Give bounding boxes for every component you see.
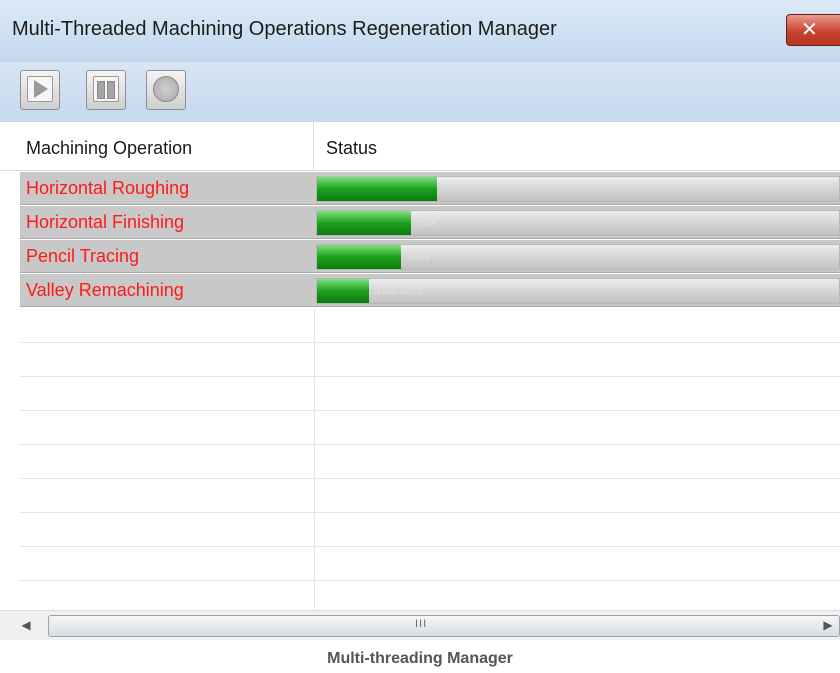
figure-caption: Multi-threading Manager <box>327 650 513 667</box>
table-row[interactable]: Horizontal Roughing <box>0 172 840 206</box>
status-cell: started <box>314 274 840 307</box>
play-button[interactable] <box>20 70 60 110</box>
operation-name: Valley Remachining <box>26 280 184 300</box>
table-row[interactable]: Valley Remachining started <box>0 274 840 308</box>
column-divider <box>314 308 315 610</box>
operation-name: Horizontal Finishing <box>26 212 185 232</box>
table-header: Machining Operation Status <box>0 122 840 171</box>
status-text: ed <box>417 213 435 230</box>
grid-line <box>20 444 840 445</box>
progress-bar: started <box>316 278 840 304</box>
grid-line <box>20 376 840 377</box>
horizontal-scrollbar[interactable]: ◀ III ▶ <box>0 610 840 640</box>
scroll-right-arrow-icon[interactable]: ▶ <box>818 615 838 635</box>
progress-bar: ted <box>316 244 840 270</box>
status-text: started <box>373 281 422 298</box>
scroll-left-arrow-icon[interactable]: ◀ <box>16 615 36 635</box>
progress-bar: ed <box>316 210 840 236</box>
grid-line <box>20 546 840 547</box>
toolbar <box>0 62 840 123</box>
title-bar[interactable]: Multi-Threaded Machining Operations Rege… <box>0 0 840 62</box>
close-button[interactable]: ✕ <box>786 14 840 46</box>
grid-line <box>20 580 840 581</box>
progress-fill <box>317 211 411 235</box>
column-header-machining-operation[interactable]: Machining Operation <box>0 122 314 170</box>
status-cell <box>314 172 840 205</box>
table-row[interactable]: Horizontal Finishing ed <box>0 206 840 240</box>
column-header-status[interactable]: Status <box>314 122 840 170</box>
scrollbar-thumb[interactable]: III <box>48 615 840 637</box>
progress-bar <box>316 176 840 202</box>
status-cell: ted <box>314 240 840 273</box>
operation-cell[interactable]: Horizontal Finishing <box>20 206 314 239</box>
operation-cell[interactable]: Valley Remachining <box>20 274 314 307</box>
regeneration-manager-window: Multi-Threaded Machining Operations Rege… <box>0 0 840 640</box>
scrollbar-grip: III <box>415 618 428 630</box>
operation-name: Pencil Tracing <box>26 246 140 266</box>
progress-fill <box>317 177 437 201</box>
pause-button[interactable] <box>86 70 126 110</box>
status-text: ted <box>407 247 430 264</box>
close-icon: ✕ <box>801 17 818 41</box>
pause-icon <box>93 76 119 102</box>
status-cell: ed <box>314 206 840 239</box>
play-icon <box>27 76 53 102</box>
window-title: Multi-Threaded Machining Operations Rege… <box>12 18 557 40</box>
grid-line <box>20 512 840 513</box>
stop-icon <box>153 76 179 102</box>
stop-button[interactable] <box>146 70 186 110</box>
grid-line <box>20 478 840 479</box>
grid-line <box>20 410 840 411</box>
progress-fill <box>317 245 401 269</box>
operation-cell[interactable]: Horizontal Roughing <box>20 172 314 205</box>
operation-name: Horizontal Roughing <box>26 178 190 198</box>
table-row[interactable]: Pencil Tracing ted <box>0 240 840 274</box>
progress-fill <box>317 279 369 303</box>
operation-cell[interactable]: Pencil Tracing <box>20 240 314 273</box>
grid-line <box>20 342 840 343</box>
